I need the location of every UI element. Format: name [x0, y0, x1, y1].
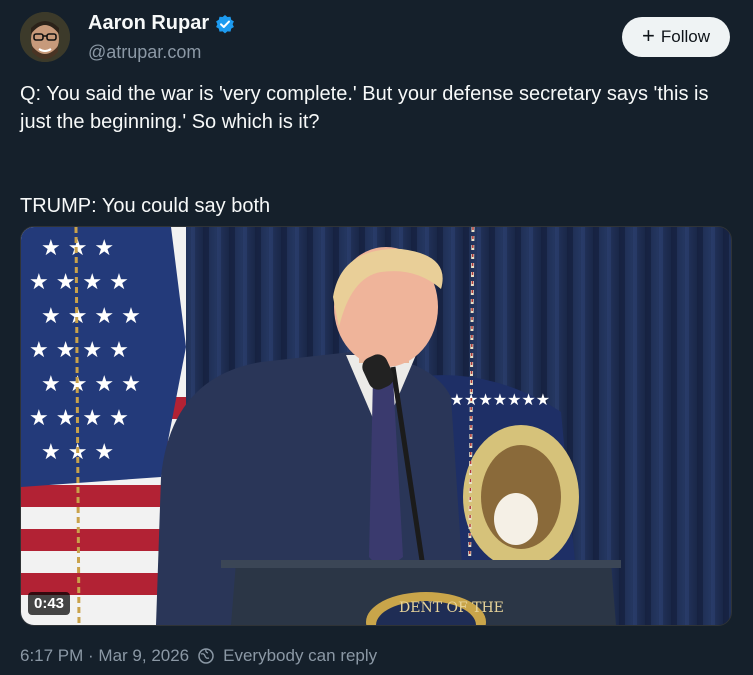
tweet-text: Q: You said the war is 'very complete.' …	[20, 80, 735, 220]
author-handle[interactable]: @atrupar.com	[88, 42, 201, 63]
tweet-paragraph: TRUMP: You could say both	[20, 195, 271, 217]
follow-button[interactable]: + Follow	[622, 17, 730, 57]
reply-setting: Everybody can reply	[223, 646, 378, 665]
globe-reply-icon	[197, 647, 215, 665]
video-player[interactable]: ★ ★ ★ ★ ★ ★ ★ ★ ★ ★ ★ ★ ★ ★ ★ ★ ★ ★ ★ ★ …	[20, 226, 732, 626]
svg-text:★ ★ ★ ★: ★ ★ ★ ★	[29, 338, 129, 363]
avatar-image	[20, 12, 70, 62]
author-name-row[interactable]: Aaron Rupar	[88, 12, 235, 35]
svg-text:★ ★ ★ ★: ★ ★ ★ ★	[29, 270, 129, 295]
video-thumbnail: ★ ★ ★ ★ ★ ★ ★ ★ ★ ★ ★ ★ ★ ★ ★ ★ ★ ★ ★ ★ …	[21, 227, 731, 625]
timestamp-link[interactable]: 6:17 PM · Mar 9, 2026	[20, 646, 189, 666]
svg-text:★ ★ ★ ★: ★ ★ ★ ★	[41, 372, 141, 397]
tweet-card: Aaron Rupar @atrupar.com + Follow Q: You…	[0, 0, 753, 675]
podium: DENT OF THE	[221, 560, 621, 625]
svg-text:★ ★ ★ ★: ★ ★ ★ ★	[41, 304, 141, 329]
seal-text: DENT OF THE	[399, 600, 504, 616]
avatar[interactable]	[20, 12, 70, 62]
follow-label: Follow	[660, 27, 710, 46]
plus-icon: +	[642, 23, 655, 48]
tweet-footer: 6:17 PM · Mar 9, 2026 Everybody can repl…	[20, 646, 377, 666]
verified-badge-icon	[215, 14, 235, 34]
author-name[interactable]: Aaron Rupar	[88, 12, 209, 35]
video-duration: 0:43	[28, 592, 71, 615]
tweet-paragraph: Q: You said the war is 'very complete.' …	[20, 83, 709, 133]
